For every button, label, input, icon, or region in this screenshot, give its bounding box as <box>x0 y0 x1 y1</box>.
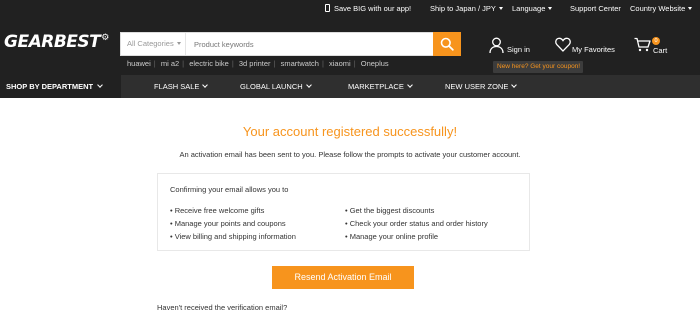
caret-down-icon <box>688 7 693 10</box>
resend-activation-button[interactable]: Resend Activation Email <box>272 266 414 289</box>
nav-item-label: GLOBAL LAUNCH <box>240 82 303 91</box>
category-label: All Categories <box>127 39 174 48</box>
nav-item-label: FLASH SALE <box>154 82 200 91</box>
category-select[interactable]: All Categories <box>121 33 186 55</box>
list-item: • Manage your online profile <box>345 232 439 241</box>
list-item: • View billing and shipping information <box>170 232 296 241</box>
chevron-down-icon <box>305 82 312 88</box>
gear-icon: ⚙ <box>101 33 109 43</box>
cart-icon <box>634 37 651 52</box>
list-item: • Manage your points and coupons <box>170 219 286 228</box>
activation-message: An activation email has been sent to you… <box>179 150 521 159</box>
hot-search-words: huawei | mi a2 | electric bike | 3d printer… <box>127 59 389 68</box>
favorites-link[interactable]: My Favorites <box>555 37 615 54</box>
heart-icon <box>555 37 571 52</box>
app-promo-label: Save BIG with our app! <box>334 4 412 13</box>
country-label: Country Website <box>630 4 686 13</box>
list-item: • Check your order status and order hist… <box>345 219 488 228</box>
search-button[interactable] <box>433 32 461 56</box>
search-bar: All Categories <box>120 32 461 56</box>
app-promo-link[interactable]: Save BIG with our app! <box>325 0 411 17</box>
department-label: SHOP BY DEPARTMENT <box>6 82 94 91</box>
phone-icon <box>325 4 330 12</box>
logo-text: GEARBEST <box>4 32 101 52</box>
main-nav: SHOP BY DEPARTMENT FLASH SALE GLOBAL LAU… <box>0 75 700 98</box>
cart-label: Cart <box>653 46 668 55</box>
hot-word-link[interactable]: smartwatch <box>281 59 319 68</box>
not-received-text: Haven't received the verification email? <box>157 303 288 312</box>
hot-word-link[interactable]: mi a2 <box>161 59 179 68</box>
language-label: Language <box>512 4 546 13</box>
benefits-heading: Confirming your email allows you to <box>170 185 289 194</box>
hot-word-link[interactable]: Oneplus <box>361 59 389 68</box>
ship-to-dropdown[interactable]: Ship to Japan / JPY <box>430 0 503 17</box>
chevron-down-icon <box>407 82 413 88</box>
hot-word-link[interactable]: 3d printer <box>239 59 271 68</box>
ship-to-label: Ship to Japan / JPY <box>430 4 496 13</box>
chevron-down-icon <box>202 82 209 88</box>
hot-word-link[interactable]: huawei <box>127 59 151 68</box>
shop-by-department-menu[interactable]: SHOP BY DEPARTMENT <box>0 75 121 98</box>
cart-count-badge: 0 <box>652 37 660 45</box>
benefits-list-right: • Get the biggest discounts • Check your… <box>345 204 488 243</box>
nav-item-label: NEW USER ZONE <box>445 82 509 91</box>
sign-in-link[interactable]: Sign in <box>489 37 530 56</box>
support-label: Support Center <box>570 4 621 13</box>
coupon-banner[interactable]: New here? Get your coupon! <box>493 61 583 73</box>
caret-down-icon <box>548 7 553 10</box>
search-icon <box>440 37 454 51</box>
favorites-label: My Favorites <box>572 45 615 54</box>
cart-link[interactable]: 0 Cart <box>634 37 667 55</box>
benefits-list-left: • Receive free welcome gifts • Manage yo… <box>170 204 296 243</box>
search-input[interactable] <box>187 33 432 55</box>
user-icon <box>489 37 504 54</box>
list-item: • Get the biggest discounts <box>345 206 435 215</box>
caret-down-icon <box>498 7 503 10</box>
country-website-dropdown[interactable]: Country Website <box>630 0 693 17</box>
nav-flash-sale[interactable]: FLASH SALE <box>154 75 209 98</box>
chevron-down-icon <box>511 82 518 88</box>
benefits-box: Confirming your email allows you to • Re… <box>157 173 530 251</box>
page-title: Your account registered successfully! <box>242 124 458 139</box>
site-header: GEARBEST⚙ All Categories huawei| mi a2| … <box>0 17 700 75</box>
hot-word-link[interactable]: electric bike <box>189 59 229 68</box>
hot-word-link[interactable]: xiaomi <box>329 59 351 68</box>
list-item: • Receive free welcome gifts <box>170 206 265 215</box>
caret-down-icon <box>176 42 181 45</box>
sign-in-label: Sign in <box>507 45 530 54</box>
nav-item-label: MARKETPLACE <box>348 82 404 91</box>
support-center-link[interactable]: Support Center <box>570 0 621 17</box>
gearbest-logo[interactable]: GEARBEST⚙ <box>4 32 109 52</box>
nav-new-user-zone[interactable]: NEW USER ZONE <box>445 75 518 98</box>
nav-marketplace[interactable]: MARKETPLACE <box>348 75 413 98</box>
chevron-down-icon <box>97 82 103 88</box>
top-utility-bar: Save BIG with our app! Ship to Japan / J… <box>0 0 700 17</box>
language-dropdown[interactable]: Language <box>512 0 553 17</box>
nav-global-launch[interactable]: GLOBAL LAUNCH <box>240 75 312 98</box>
